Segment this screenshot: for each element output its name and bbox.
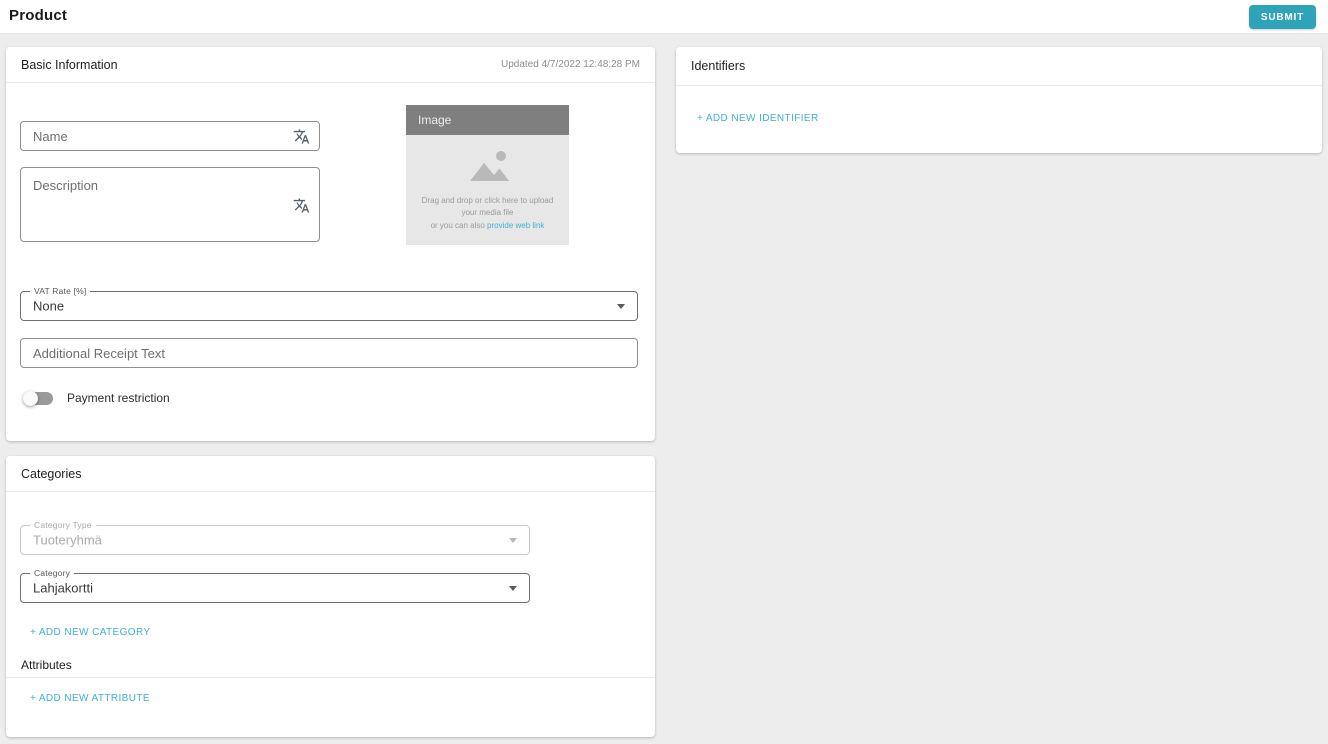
basic-information-title: Basic Information — [21, 58, 118, 72]
category-value: Lahjakortti — [33, 581, 93, 596]
identifiers-title: Identifiers — [691, 59, 745, 73]
add-new-identifier-button[interactable]: + ADD NEW IDENTIFIER — [697, 113, 819, 124]
upload-caption-line1: Drag and drop or click here to upload — [422, 195, 554, 207]
identifiers-card: Identifiers + ADD NEW IDENTIFIER — [676, 47, 1322, 153]
basic-information-card: Basic Information Updated 4/7/2022 12:48… — [6, 47, 655, 441]
page-title: Product — [9, 7, 67, 24]
vat-rate-label: VAT Rate [%] — [30, 286, 90, 296]
image-upload-body[interactable]: Drag and drop or click here to upload yo… — [406, 135, 569, 245]
top-bar: Product SUBMIT — [0, 0, 1328, 34]
categories-card: Categories Category Type Tuoteryhmä Cate… — [6, 456, 655, 737]
add-new-attribute-button[interactable]: + ADD NEW ATTRIBUTE — [30, 693, 150, 704]
basic-information-header: Basic Information Updated 4/7/2022 12:48… — [6, 47, 655, 83]
translate-icon[interactable] — [293, 128, 310, 145]
chevron-down-icon — [617, 304, 625, 309]
updated-timestamp: Updated 4/7/2022 12:48:28 PM — [501, 59, 640, 70]
attributes-divider — [6, 677, 655, 678]
payment-restriction-row: Payment restriction — [25, 388, 170, 408]
payment-restriction-toggle[interactable] — [25, 392, 53, 405]
translate-icon[interactable] — [293, 197, 310, 214]
description-input[interactable] — [21, 168, 319, 241]
name-input[interactable] — [21, 122, 319, 150]
upload-caption-line2: your media file — [422, 207, 554, 219]
provide-web-link[interactable]: provide web link — [487, 221, 544, 230]
upload-caption-line3: or you can also provide web link — [422, 220, 554, 232]
upload-caption: Drag and drop or click here to upload yo… — [422, 195, 554, 232]
chevron-down-icon — [509, 586, 517, 591]
identifiers-header: Identifiers — [676, 47, 1322, 86]
category-type-select: Category Type Tuoteryhmä — [20, 525, 530, 555]
category-type-label: Category Type — [30, 520, 96, 530]
add-new-category-button[interactable]: + ADD NEW CATEGORY — [30, 627, 150, 638]
name-field[interactable] — [20, 121, 320, 151]
categories-title: Categories — [21, 467, 81, 481]
submit-button[interactable]: SUBMIT — [1249, 5, 1316, 29]
chevron-down-icon — [509, 538, 517, 543]
payment-restriction-label: Payment restriction — [67, 391, 170, 405]
image-placeholder-icon — [463, 148, 513, 191]
vat-rate-value: None — [33, 299, 64, 314]
vat-rate-select[interactable]: VAT Rate [%] None — [20, 291, 638, 321]
image-upload-dropzone[interactable]: Image Drag and drop or click here to upl… — [406, 105, 569, 245]
category-select[interactable]: Category Lahjakortti — [20, 573, 530, 603]
category-label: Category — [30, 568, 74, 578]
additional-receipt-input[interactable] — [21, 339, 637, 367]
description-field[interactable] — [20, 167, 320, 242]
categories-header: Categories — [6, 456, 655, 492]
toggle-thumb — [23, 391, 38, 406]
category-type-value: Tuoteryhmä — [33, 533, 102, 548]
image-upload-header: Image — [406, 105, 569, 135]
additional-receipt-field[interactable] — [20, 338, 638, 368]
attributes-title: Attributes — [21, 658, 72, 672]
